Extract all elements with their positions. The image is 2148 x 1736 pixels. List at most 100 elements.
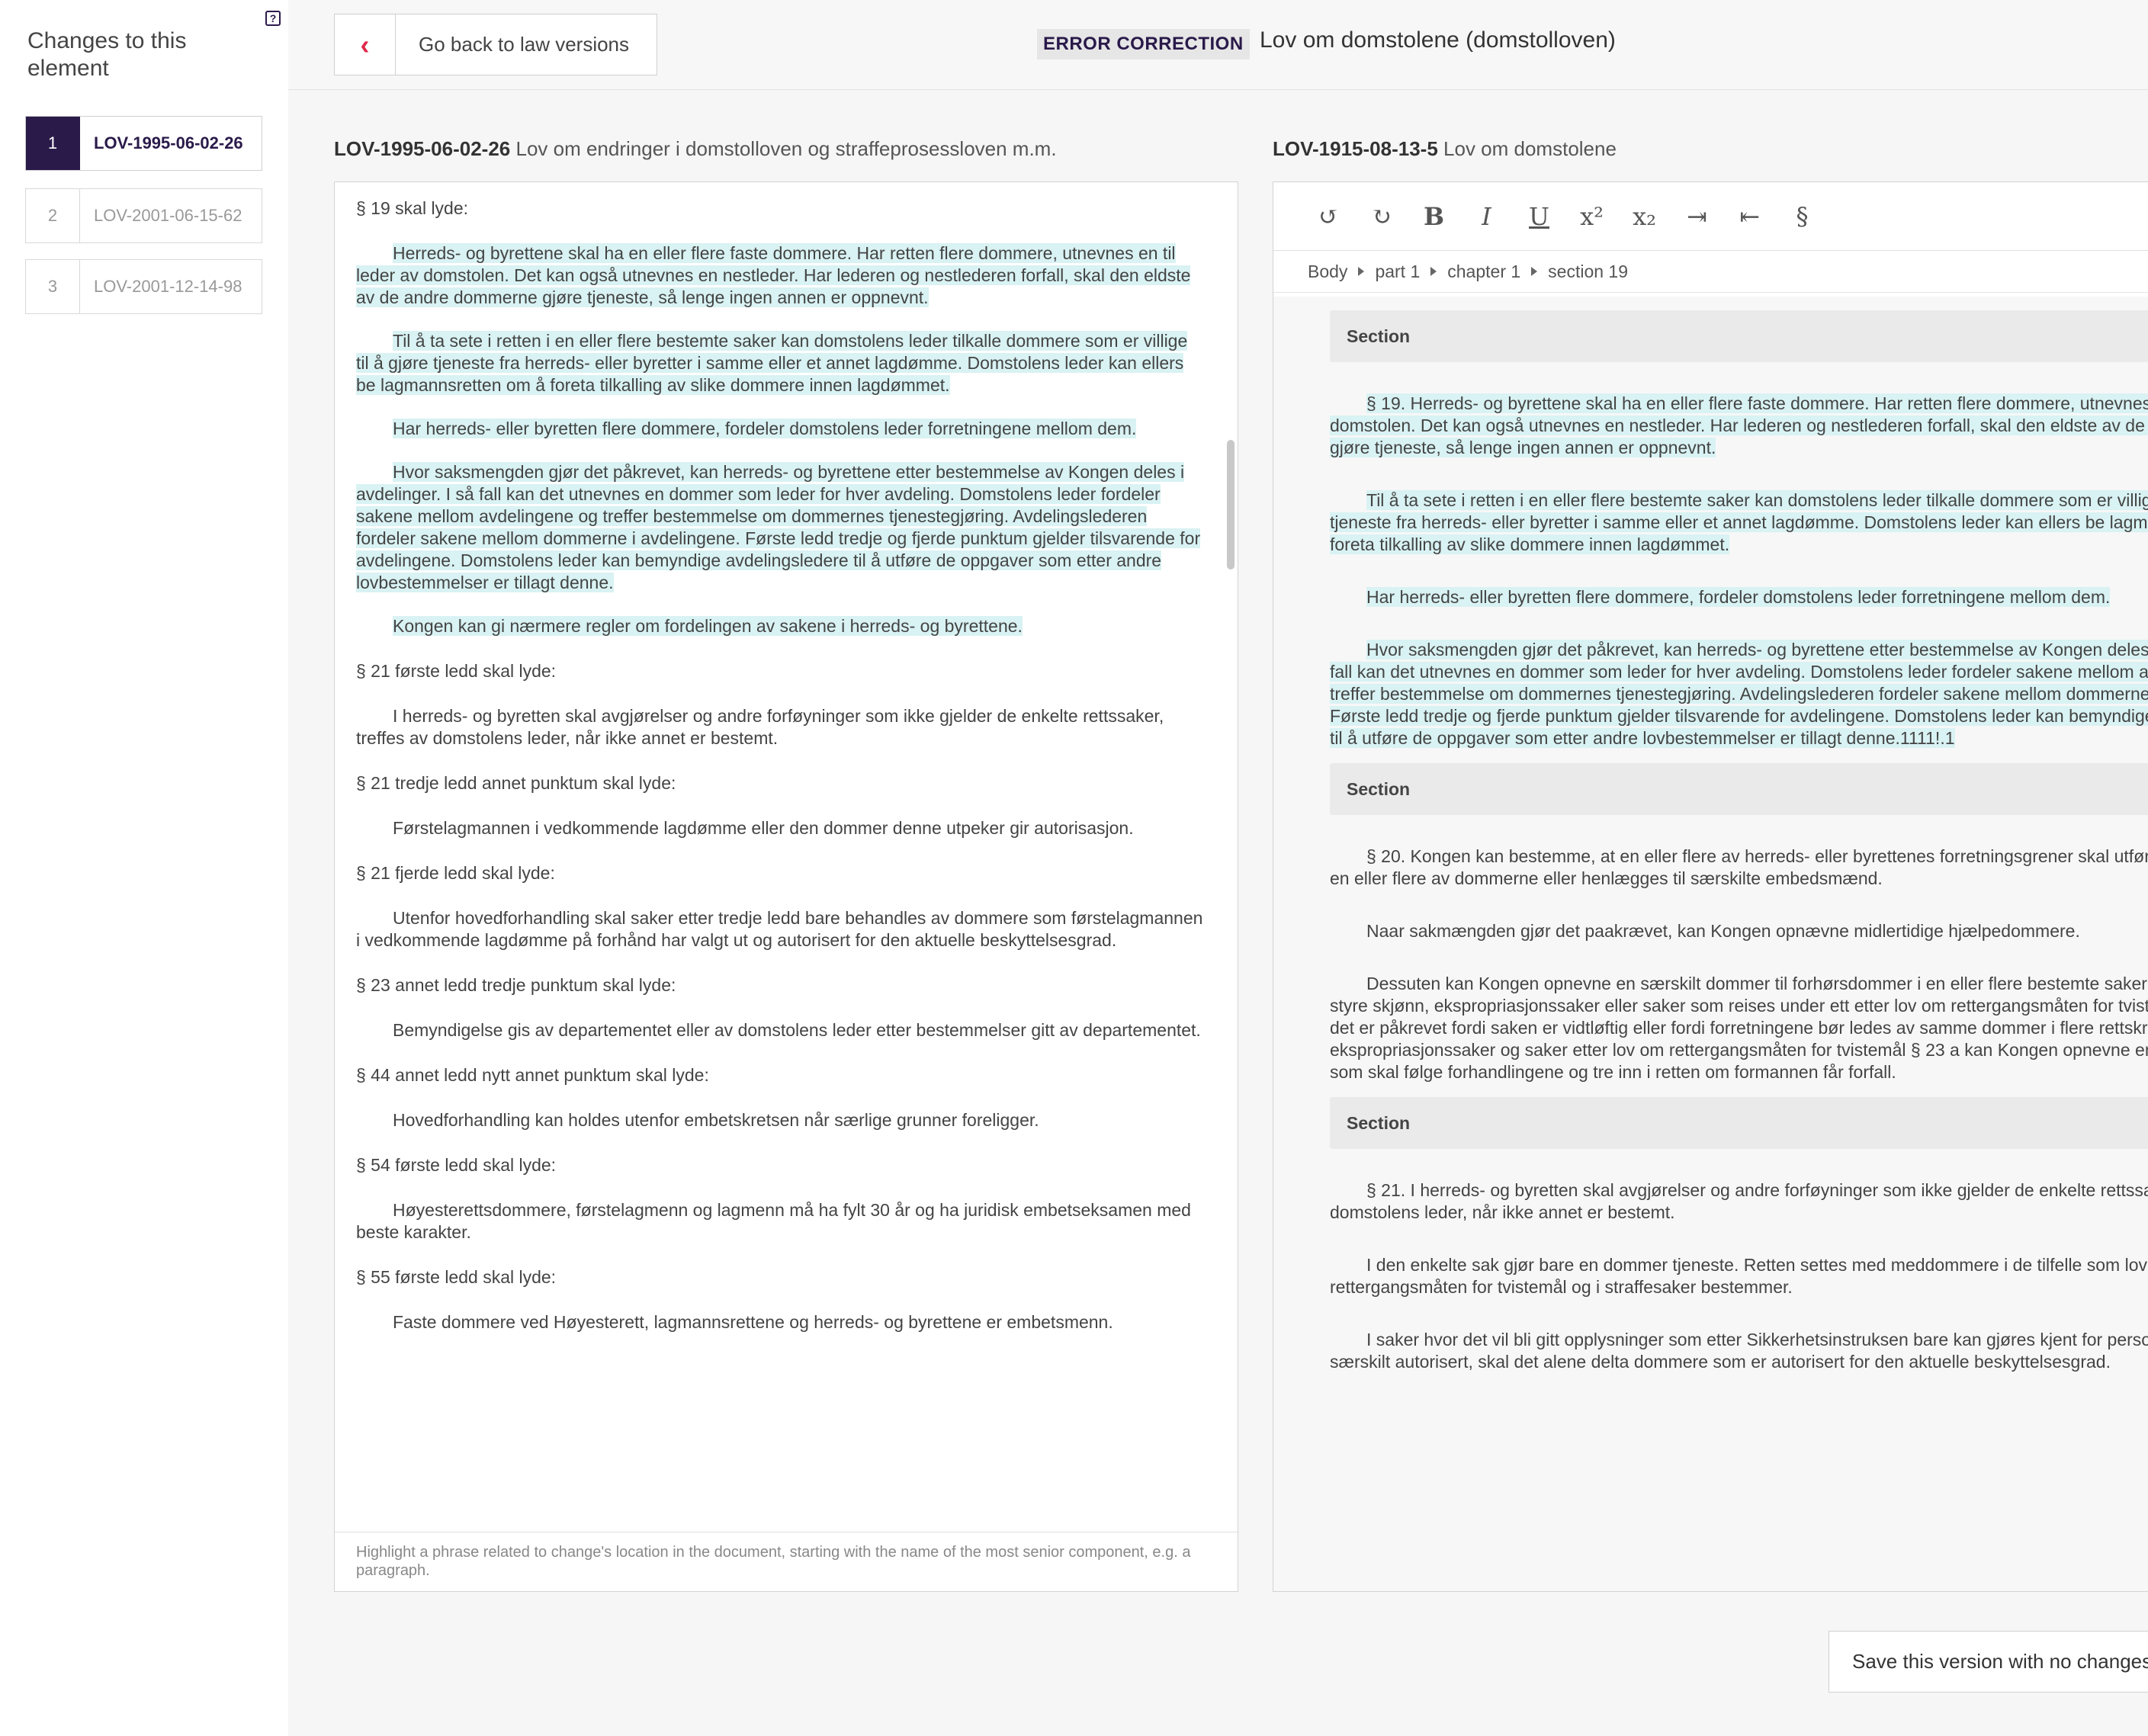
outdent-icon[interactable]: ⇤ — [1723, 197, 1776, 236]
breadcrumb-item[interactable]: chapter 1 — [1447, 262, 1520, 282]
breadcrumb-item[interactable]: part 1 — [1375, 262, 1420, 282]
line-text: rettergangsmåten for tvistemål og i stra… — [1330, 1277, 1793, 1297]
paragraph-heading: § 54 første ledd skal lyde: — [356, 1155, 557, 1175]
highlighted-text[interactable]: Kongen kan gi nærmere regler om fordelin… — [393, 616, 1023, 636]
paragraph-line: gjøre tjeneste, så lenge ingen annen er … — [1330, 437, 2148, 459]
change-text-pane: § 19 skal lyde: Herreds- og byrettene ska… — [334, 181, 1238, 1592]
highlight-hint: Highlight a phrase related to change's l… — [335, 1532, 1238, 1591]
section-paragraph[interactable]: Til å ta sete i retten i en eller flere … — [1330, 489, 2148, 556]
section-paragraph[interactable]: § 21. I herreds- og byretten skal avgjør… — [1330, 1179, 2148, 1224]
change-text-content[interactable]: § 19 skal lyde: Herreds- og byrettene ska… — [335, 182, 1225, 1532]
highlighted-text: gjøre tjeneste, så lenge ingen annen er … — [1330, 438, 1716, 457]
breadcrumb-arrow-icon — [1531, 267, 1538, 276]
superscript-icon[interactable]: x² — [1565, 197, 1618, 236]
version-number: 2 — [26, 189, 80, 242]
paragraph-line: Til å ta sete i retten i en eller flere … — [1330, 489, 2148, 512]
section-paragraph[interactable]: I saker hvor det vil bli gitt opplysning… — [1330, 1329, 2148, 1373]
highlighted-text[interactable]: Til å ta sete i retten i en eller flere … — [356, 331, 1188, 395]
right-law-id: LOV-1915-08-13-5 — [1273, 137, 1438, 160]
highlighted-text[interactable]: Herreds- og byrettene skal ha en eller f… — [356, 243, 1191, 307]
highlighted-text: fall kan det utnevnes en dommer som lede… — [1330, 662, 2148, 682]
right-law-name: Lov om domstolene — [1443, 137, 1617, 160]
change-paragraph: Bemyndigelse gis av departementet eller … — [356, 1019, 1204, 1041]
scrollbar[interactable] — [1227, 440, 1235, 570]
paragraph-line: fall kan det utnevnes en dommer som lede… — [1330, 661, 2148, 683]
paragraph-line: til å utføre de oppgaver som etter andre… — [1330, 727, 2148, 749]
editor-content[interactable]: Section § 19. Herreds- og byrettene skal … — [1273, 297, 2148, 1591]
line-text: Naar sakmængden gjør det paakrævet, kan … — [1366, 921, 2080, 941]
bold-icon[interactable]: B — [1408, 197, 1460, 236]
paragraph-text[interactable]: Utenfor hovedforhandling skal saker ette… — [356, 908, 1202, 950]
section-paragraph[interactable]: Hvor saksmengden gjør det påkrevet, kan … — [1330, 639, 2148, 749]
highlighted-text: foreta tilkalling av slike dommere innen… — [1330, 534, 1730, 554]
subscript-icon[interactable]: x₂ — [1618, 197, 1671, 236]
highlighted-text[interactable]: Hvor saksmengden gjør det påkrevet, kan … — [356, 462, 1201, 592]
section-header[interactable]: Section — [1330, 763, 2148, 815]
save-no-changes-button[interactable]: Save this version with no changes — [1829, 1631, 2148, 1693]
paragraph-line: styre skjønn, ekspropriasjonssaker eller… — [1330, 995, 2148, 1017]
version-label: LOV-2001-06-15-62 — [94, 206, 242, 225]
section-paragraph[interactable]: Naar sakmængden gjør det paakrævet, kan … — [1330, 920, 2148, 942]
paragraph-heading: § 44 annet ledd nytt annet punktum skal … — [356, 1065, 709, 1085]
section-paragraph[interactable]: I den enkelte sak gjør bare en dommer tj… — [1330, 1254, 2148, 1298]
paragraph-line: Naar sakmængden gjør det paakrævet, kan … — [1330, 920, 2148, 942]
paragraph-line: I den enkelte sak gjør bare en dommer tj… — [1330, 1254, 2148, 1276]
undo-icon[interactable]: ↺ — [1302, 197, 1355, 236]
section-header[interactable]: Section — [1330, 1097, 2148, 1149]
paragraph-text[interactable]: Hovedforhandling kan holdes utenfor embe… — [393, 1110, 1039, 1130]
status-badge: ERROR CORRECTION — [1037, 29, 1250, 59]
main-area: ‹ Go back to law versions ERROR CORRECTI… — [288, 0, 2148, 1736]
indent-icon[interactable]: ⇥ — [1671, 197, 1723, 236]
line-text: som skal følge forhandlingene og tre inn… — [1330, 1062, 1896, 1082]
version-item-1[interactable]: 1 LOV-1995-06-02-26 — [25, 116, 262, 171]
breadcrumb: Body part 1 chapter 1 section 19 — [1273, 251, 2148, 293]
line-text: I den enkelte sak gjør bare en dommer tj… — [1366, 1255, 2148, 1275]
section-header[interactable]: Section — [1330, 310, 2148, 362]
highlighted-text[interactable]: Har herreds- eller byretten flere dommer… — [393, 419, 1137, 438]
paragraph-line: som skal følge forhandlingene og tre inn… — [1330, 1061, 2148, 1083]
editor-pane: ↺ ↻ B I Ux² x₂ ⇥ ⇤ § Body part 1 chapter 1 section … — [1273, 181, 2148, 1592]
back-to-law-versions-button[interactable]: ‹ Go back to law versions — [334, 14, 657, 75]
paragraph-line: ekspropriasjonssaker og saker etter lov … — [1330, 1039, 2148, 1061]
paragraph-line: Har herreds- eller byretten flere dommer… — [1330, 586, 2148, 608]
section-paragraph[interactable]: Dessuten kan Kongen opnevne en særskilt … — [1330, 973, 2148, 1083]
section-paragraph[interactable]: § 20. Kongen kan bestemme, at en eller f… — [1330, 846, 2148, 890]
highlighted-text: til å utføre de oppgaver som etter andre… — [1330, 728, 1955, 748]
breadcrumb-arrow-icon — [1430, 267, 1437, 276]
section-paragraph[interactable]: Har herreds- eller byretten flere dommer… — [1330, 586, 2148, 608]
paragraph-text[interactable]: Høyesterettsdommere, førstelagmenn og la… — [356, 1200, 1191, 1242]
paragraph-text[interactable]: Førstelagmannen i vedkommende lagdømme e… — [393, 818, 1134, 838]
change-paragraph: Høyesterettsdommere, førstelagmenn og la… — [356, 1199, 1204, 1243]
highlighted-text: domstolen. Det kan også utnevnes en nest… — [1330, 416, 2148, 435]
version-item-3[interactable]: 3 LOV-2001-12-14-98 — [25, 259, 262, 314]
section-icon[interactable]: § — [1776, 197, 1829, 236]
page-title: Lov om domstolene (domstolloven) — [1260, 27, 1616, 53]
help-icon[interactable]: ? — [265, 11, 281, 26]
breadcrumb-item[interactable]: Body — [1308, 262, 1347, 282]
paragraph-line: Hvor saksmengden gjør det påkrevet, kan … — [1330, 639, 2148, 661]
italic-icon[interactable]: I — [1460, 197, 1513, 236]
highlighted-text: tjeneste fra herreds- eller byretter i s… — [1330, 512, 2148, 532]
paragraph-text[interactable]: Faste dommere ved Høyesterett, lagmannsr… — [393, 1312, 1113, 1332]
version-item-2[interactable]: 2 LOV-2001-06-15-62 — [25, 188, 262, 243]
line-text: særskilt autorisert, skal det alene delt… — [1330, 1352, 2111, 1372]
paragraph-text[interactable]: I herreds- og byretten skal avgjørelser … — [356, 706, 1164, 748]
breadcrumb-arrow-icon — [1358, 267, 1365, 276]
paragraph-text[interactable]: Bemyndigelse gis av departementet eller … — [393, 1020, 1201, 1040]
paragraph-heading: § 21 første ledd skal lyde: — [356, 661, 557, 681]
section-paragraph[interactable]: § 19. Herreds- og byrettene skal ha en e… — [1330, 393, 2148, 459]
highlighted-text: Har herreds- eller byretten flere dommer… — [1366, 587, 2111, 607]
underline-icon[interactable]: U — [1513, 197, 1565, 236]
line-text: det er påkrevet fordi saken er vidtløfti… — [1330, 1018, 2148, 1038]
right-pane-heading: LOV-1915-08-13-5 Lov om domstolene — [1273, 137, 1617, 161]
paragraph-line: foreta tilkalling av slike dommere innen… — [1330, 534, 2148, 556]
breadcrumb-item[interactable]: section 19 — [1548, 262, 1628, 282]
change-paragraph: Utenfor hovedforhandling skal saker ette… — [356, 907, 1204, 951]
redo-icon[interactable]: ↻ — [1355, 197, 1408, 236]
change-paragraph: Hvor saksmengden gjør det påkrevet, kan … — [356, 461, 1204, 594]
changes-sidebar: Changes to this element ? 1 LOV-1995-06-… — [0, 0, 288, 1736]
paragraph-heading: § 21 fjerde ledd skal lyde: — [356, 863, 555, 883]
change-paragraph: Førstelagmannen i vedkommende lagdømme e… — [356, 817, 1204, 839]
chevron-left-icon: ‹ — [335, 14, 396, 75]
top-bar: ‹ Go back to law versions ERROR CORRECTI… — [288, 0, 2148, 90]
